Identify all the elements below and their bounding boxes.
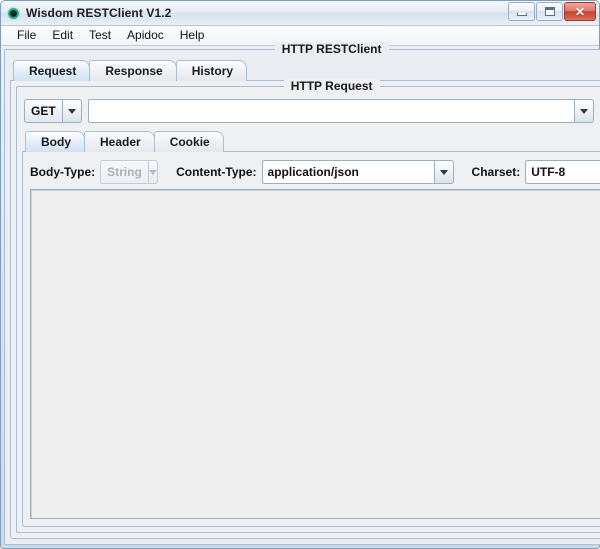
- menu-item-file[interactable]: File: [9, 27, 44, 44]
- request-body-textarea[interactable]: [31, 190, 600, 518]
- main-tab-strip: Request Response History: [10, 59, 600, 81]
- menu-item-edit[interactable]: Edit: [44, 27, 81, 44]
- menu-item-help[interactable]: Help: [172, 27, 213, 44]
- tab-cookie[interactable]: Cookie: [153, 131, 224, 152]
- request-sub-tab-strip: Body Header Cookie: [22, 130, 600, 152]
- charset-select[interactable]: UTF-8: [525, 160, 600, 184]
- request-row: GET: [24, 98, 600, 124]
- window-title: Wisdom RESTClient V1.2: [26, 6, 172, 20]
- body-type-value: String: [100, 160, 148, 184]
- content-type-value[interactable]: application/json: [261, 160, 434, 184]
- chevron-down-icon: [67, 108, 76, 114]
- content-type-select[interactable]: application/json: [261, 160, 454, 184]
- http-restclient-panel-body: Request Response History HTTP Request GE…: [5, 50, 600, 544]
- close-icon: ✕: [574, 4, 586, 19]
- body-type-label: Body-Type:: [30, 165, 96, 179]
- tab-response[interactable]: Response: [89, 60, 177, 81]
- window-controls: ✕: [507, 2, 596, 21]
- url-history-dropdown-arrow[interactable]: [574, 99, 595, 123]
- menu-item-test[interactable]: Test: [81, 27, 119, 44]
- chevron-down-icon: [580, 108, 589, 114]
- tab-header[interactable]: Header: [84, 131, 155, 152]
- minimize-icon: [516, 12, 527, 16]
- url-combo[interactable]: [87, 99, 595, 123]
- minimize-button[interactable]: [508, 2, 535, 21]
- body-options-row: Body-Type: String Content-Type: applicat…: [30, 160, 600, 184]
- content-type-dropdown-arrow[interactable]: [433, 160, 454, 184]
- charset-label: Charset:: [471, 165, 521, 179]
- url-input[interactable]: [87, 99, 575, 123]
- charset-value[interactable]: UTF-8: [525, 160, 600, 184]
- tab-body[interactable]: Body: [25, 131, 85, 152]
- maximize-button[interactable]: [536, 2, 563, 21]
- content-root: HTTP RESTClient Request Response History…: [1, 42, 600, 548]
- title-bar: Wisdom RESTClient V1.2 ✕: [1, 1, 599, 26]
- request-body-area[interactable]: [30, 189, 600, 519]
- application-window: Wisdom RESTClient V1.2 ✕ File Edit Test …: [0, 0, 600, 549]
- request-tab-pane: HTTP Request GET Body Header Cookie Body…: [10, 79, 600, 539]
- http-method-value: GET: [24, 99, 62, 123]
- menu-bar: File Edit Test Apidoc Help: [1, 26, 599, 46]
- body-type-select: String: [100, 160, 159, 184]
- tab-request[interactable]: Request: [13, 60, 91, 81]
- http-request-panel-body: GET Body Header Cookie Body-Type: String…: [17, 87, 600, 532]
- content-type-label: Content-Type:: [176, 165, 257, 179]
- http-request-panel: HTTP Request GET Body Header Cookie Body…: [16, 79, 600, 533]
- chevron-down-icon: [439, 169, 448, 175]
- http-method-dropdown-arrow[interactable]: [61, 99, 82, 123]
- close-button[interactable]: ✕: [564, 2, 596, 21]
- chevron-down-icon: [148, 169, 157, 175]
- maximize-icon: [544, 7, 555, 16]
- body-tab-pane: Body-Type: String Content-Type: applicat…: [22, 151, 600, 527]
- body-type-dropdown-arrow: [147, 160, 159, 184]
- app-circle-icon: [7, 6, 20, 20]
- menu-item-apidoc[interactable]: Apidoc: [119, 27, 172, 44]
- tab-history[interactable]: History: [175, 60, 248, 81]
- http-restclient-panel: HTTP RESTClient Request Response History…: [4, 42, 600, 545]
- http-method-select[interactable]: GET: [24, 99, 82, 123]
